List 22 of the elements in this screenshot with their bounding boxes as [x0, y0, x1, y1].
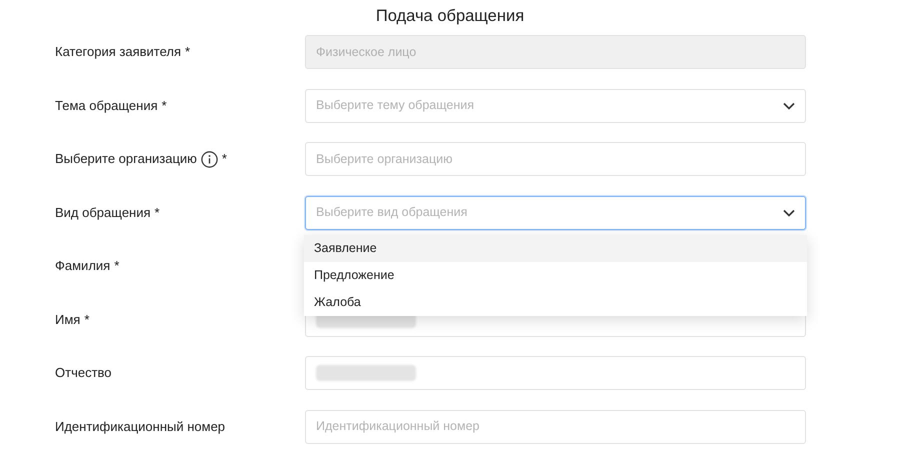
chevron-down-icon: [783, 208, 795, 216]
dropdown-option[interactable]: Жалоба: [304, 288, 807, 316]
info-icon[interactable]: [200, 150, 218, 168]
dropdown-option[interactable]: Предложение: [304, 262, 807, 288]
dropdown-option[interactable]: Заявление: [304, 234, 807, 262]
field-label: Фамилия: [55, 257, 110, 276]
required-mark: *: [185, 43, 190, 62]
required-mark: *: [222, 150, 227, 168]
field-label: Категория заявителя: [55, 43, 182, 62]
required-mark: *: [84, 310, 90, 329]
field-label: Имя: [55, 310, 80, 329]
required-mark: *: [154, 204, 160, 222]
required-mark: *: [114, 257, 120, 276]
field-label: Идентификационный номер: [55, 418, 226, 436]
input-field[interactable]: [305, 356, 806, 390]
field-label: Вид обращения: [55, 204, 151, 222]
chevron-down-icon: [783, 102, 795, 110]
page-title: Подача обращения: [376, 6, 524, 27]
required-mark: *: [162, 96, 167, 115]
field-label: Выберите организацию: [55, 150, 197, 168]
field-label: Тема обращения: [55, 96, 158, 115]
field-label: Отчество: [55, 364, 112, 382]
